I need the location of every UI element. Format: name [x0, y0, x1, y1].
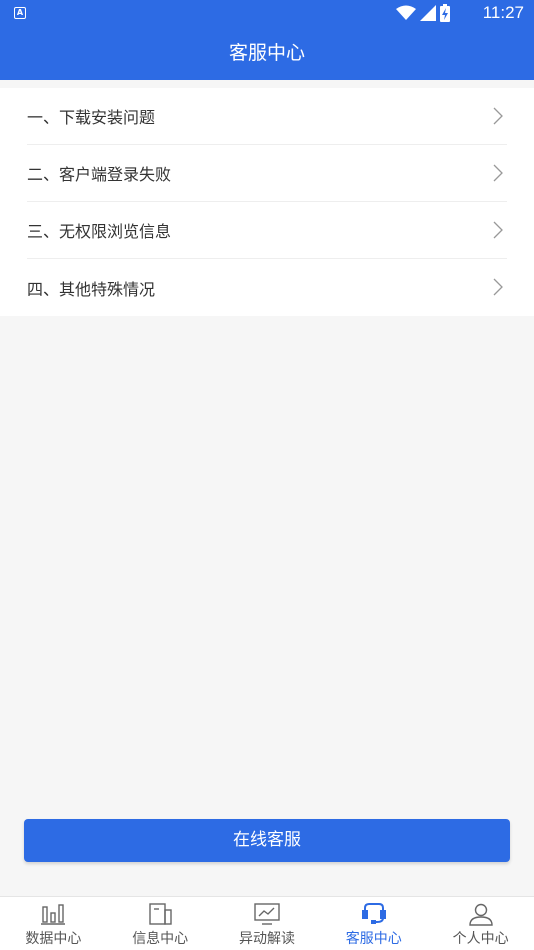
wifi-icon — [396, 5, 416, 20]
status-icons — [396, 4, 450, 22]
chevron-right-icon — [493, 164, 503, 182]
menu-item-permission[interactable]: 三、无权限浏览信息 — [27, 202, 507, 259]
page-title: 客服中心 — [228, 42, 305, 64]
nav-label: 数据中心 — [25, 931, 82, 947]
status-time: 11:27 — [482, 3, 524, 22]
nav-item-customer-service[interactable]: 客服中心 — [320, 897, 427, 950]
online-service-button[interactable]: 在线客服 — [24, 819, 510, 862]
menu-item-label: 三、无权限浏览信息 — [27, 222, 172, 241]
nav-label: 异动解读 — [238, 931, 295, 947]
headset-icon — [361, 903, 386, 924]
nav-label: 客服中心 — [345, 931, 402, 947]
nav-label: 个人中心 — [452, 931, 509, 947]
chevron-right-icon — [493, 278, 503, 296]
nav-item-data-center[interactable]: 数据中心 — [0, 897, 107, 950]
document-icon — [149, 903, 172, 925]
menu-item-label: 四、其他特殊情况 — [27, 279, 156, 299]
menu-item-label: 一、下载安装问题 — [27, 108, 156, 127]
chevron-right-icon — [493, 221, 503, 239]
bottom-nav: 数据中心 信息中心 异动解读 客服中心 个人中心 — [0, 896, 534, 950]
monitor-chart-icon — [254, 903, 280, 925]
nav-item-info-center[interactable]: 信息中心 — [107, 897, 214, 950]
nav-item-anomaly[interactable]: 异动解读 — [214, 897, 321, 950]
chevron-right-icon — [493, 107, 503, 125]
cellular-signal-icon — [420, 5, 436, 21]
faq-menu-list: 一、下载安装问题 二、客户端登录失败 三、无权限浏览信息 四、其他特殊情况 — [0, 88, 534, 316]
app-header: A 11:27 客服中心 — [0, 0, 534, 80]
battery-icon — [440, 4, 450, 22]
person-icon — [468, 903, 493, 926]
menu-item-label: 二、客户端登录失败 — [27, 165, 172, 184]
bar-chart-icon — [41, 904, 66, 925]
menu-item-other[interactable]: 四、其他特殊情况 — [27, 259, 507, 316]
menu-item-login[interactable]: 二、客户端登录失败 — [27, 145, 507, 202]
status-bar: A 11:27 — [0, 0, 534, 28]
menu-item-install[interactable]: 一、下载安装问题 — [27, 88, 507, 145]
nav-label: 信息中心 — [132, 931, 189, 947]
nav-item-personal-center[interactable]: 个人中心 — [427, 897, 534, 950]
notification-a-icon: A — [14, 7, 26, 19]
